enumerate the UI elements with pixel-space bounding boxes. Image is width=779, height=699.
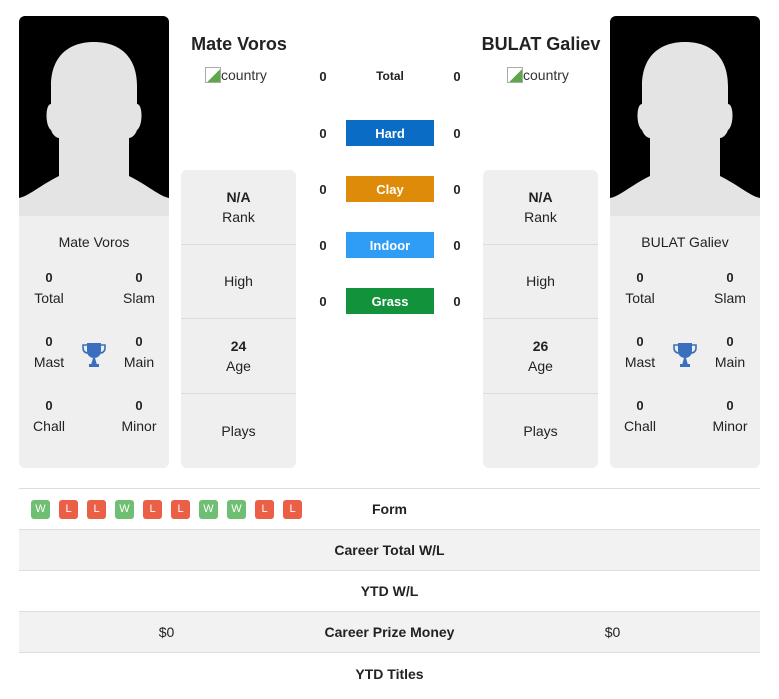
trophy-icon	[673, 343, 697, 367]
prize-money-label: Career Prize Money	[324, 624, 455, 640]
form-loss-badge: L	[171, 499, 190, 519]
player1-titles: 0 Total 0 Slam 0 Mast 0 Main 0 Chall 0 Minor	[19, 268, 169, 460]
player1-profile-card: Mate Voros 0 Total 0 Slam 0 Mast 0 Main 0 Cha…	[19, 16, 169, 468]
silhouette-icon	[610, 42, 760, 216]
player1-photo	[19, 16, 169, 216]
titles-chall: 0 Chall	[33, 398, 65, 434]
player2-plays: Plays	[523, 422, 558, 439]
form-win-badge: W	[199, 499, 218, 519]
player2-country-flag: country	[507, 67, 569, 83]
surface-row-grass: 0 Grass 0	[300, 287, 480, 315]
p1-total-value: 0	[319, 68, 327, 84]
player2-profile-card: BULAT Galiev 0 Total 0 Slam 0 Mast 0 Main 0C…	[610, 16, 760, 468]
surface-grass-badge: Grass	[346, 288, 434, 314]
player2-titles: 0 Total 0 Slam 0 Mast 0 Main 0 Chall 0 Minor	[610, 268, 760, 460]
player1-form: WLLWLLWWLL	[31, 499, 302, 519]
form-row: WLLWLLWWLL Form	[19, 489, 760, 530]
comparison-table: WLLWLLWWLL Form Career Total W/L YTD W/L…	[19, 488, 760, 694]
form-win-badge: W	[227, 499, 246, 519]
career-wl-row: Career Total W/L	[19, 530, 760, 571]
career-wl-label: Career Total W/L	[334, 542, 445, 558]
player1-rank: N/A Rank	[181, 170, 296, 245]
titles-chall: 0 Chall	[624, 398, 656, 434]
player1-age: 24 Age	[181, 319, 296, 394]
p2-clay-value: 0	[453, 181, 461, 197]
titles-minor: 0 Minor	[712, 398, 748, 434]
p1-indoor-value: 0	[319, 237, 327, 253]
p2-total-value: 0	[453, 68, 461, 84]
titles-minor: 0 Minor	[121, 398, 157, 434]
player1-card-name: Mate Voros	[58, 234, 130, 250]
broken-image-icon	[205, 67, 221, 83]
titles-mast: 0 Mast	[33, 334, 65, 370]
surface-row-total: 0 Total 0	[300, 62, 480, 90]
player2-name[interactable]: BULAT Galiev	[461, 34, 621, 55]
player2-photo	[610, 16, 760, 216]
silhouette-icon	[19, 42, 169, 216]
ytd-wl-label: YTD W/L	[360, 583, 419, 599]
titles-total: 0 Total	[34, 270, 64, 306]
p2-grass-value: 0	[453, 293, 461, 309]
titles-total: 0 Total	[625, 270, 655, 306]
broken-image-icon	[507, 67, 523, 83]
p1-grass-value: 0	[319, 293, 327, 309]
form-loss-badge: L	[87, 499, 106, 519]
p2-hard-value: 0	[453, 125, 461, 141]
surface-total-label: Total	[376, 69, 404, 83]
surface-clay-badge: Clay	[346, 176, 434, 202]
surface-row-clay: 0 Clay 0	[300, 175, 480, 203]
p1-clay-value: 0	[319, 181, 327, 197]
player1-info-card: N/A Rank High 24 Age Plays	[181, 170, 296, 468]
surface-row-indoor: 0 Indoor 0	[300, 231, 480, 259]
ytd-titles-label: YTD Titles	[355, 665, 424, 682]
form-loss-badge: L	[59, 499, 78, 519]
player1-prize-money: $0	[158, 624, 175, 640]
player2-card-name: BULAT Galiev	[641, 234, 729, 250]
p2-indoor-value: 0	[453, 237, 461, 253]
player1-high: High	[181, 245, 296, 319]
form-win-badge: W	[31, 499, 50, 519]
titles-slam: 0 Slam	[123, 270, 155, 306]
player1-country-flag: country	[205, 67, 267, 83]
player2-age: 26 Age	[483, 319, 598, 394]
titles-main: 0 Main	[123, 334, 155, 370]
player2-high: High	[483, 245, 598, 319]
surface-indoor-badge: Indoor	[346, 232, 434, 258]
prize-money-row: $0 Career Prize Money $0	[19, 612, 760, 653]
form-win-badge: W	[115, 499, 134, 519]
trophy-icon	[82, 343, 106, 367]
ytd-wl-row: YTD W/L	[19, 571, 760, 612]
form-label: Form	[372, 501, 407, 517]
surface-hard-badge: Hard	[346, 120, 434, 146]
ytd-titles-row: YTD Titles	[19, 653, 760, 694]
surface-row-hard: 0 Hard 0	[300, 119, 480, 147]
titles-slam: 0 Slam	[714, 270, 746, 306]
form-loss-badge: L	[255, 499, 274, 519]
titles-main: 0 Main	[714, 334, 746, 370]
player2-info-card: N/A Rank High 26 Age Plays	[483, 170, 598, 468]
player2-rank: N/A Rank	[483, 170, 598, 245]
form-loss-badge: L	[143, 499, 162, 519]
player1-plays: Plays	[221, 422, 256, 439]
player2-prize-money: $0	[604, 624, 621, 640]
player1-name[interactable]: Mate Voros	[159, 34, 319, 55]
titles-mast: 0 Mast	[624, 334, 656, 370]
p1-hard-value: 0	[319, 125, 327, 141]
